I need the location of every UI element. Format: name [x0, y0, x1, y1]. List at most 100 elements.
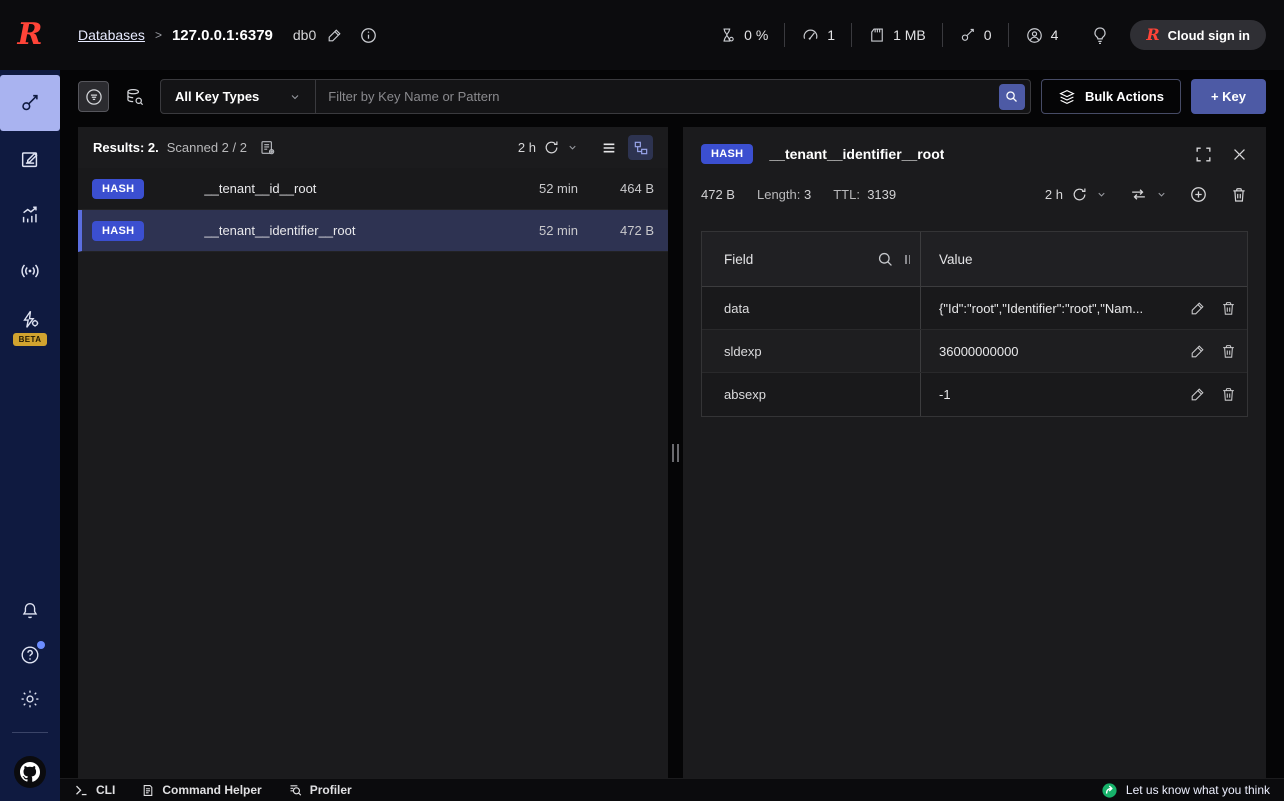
- triggers-functions-icon: [19, 309, 41, 331]
- key-detail-title-row: HASH __tenant__identifier__root: [701, 144, 1248, 164]
- format-options-chevron-icon[interactable]: [1156, 189, 1167, 200]
- key-row-selected[interactable]: HASH __tenant__identifier__root 52 min 4…: [78, 210, 668, 252]
- stat-cpu-value: 0 %: [744, 27, 768, 43]
- stat-commands-value: 1: [827, 27, 835, 43]
- cloud-sign-in-button[interactable]: R Cloud sign in: [1130, 20, 1266, 50]
- key-type-dropdown[interactable]: All Key Types: [161, 80, 316, 113]
- filter-bar: All Key Types Bulk Actions: [78, 79, 1266, 114]
- analytics-icon: [19, 204, 41, 226]
- workbench-icon: [19, 148, 41, 170]
- command-helper-label: Command Helper: [162, 783, 261, 797]
- add-field-icon[interactable]: [1189, 185, 1208, 204]
- browser-key-icon: [19, 92, 41, 114]
- close-icon[interactable]: [1231, 146, 1248, 163]
- tree-view-toggle[interactable]: [628, 135, 653, 160]
- db-stats: 0 % 1 1 MB 0: [703, 20, 1266, 50]
- breadcrumb: Databases > 127.0.0.1:6379 db0: [78, 26, 378, 45]
- length-label: Length:: [757, 187, 800, 202]
- delete-key-icon[interactable]: [1230, 186, 1248, 204]
- profiler-icon: [288, 783, 303, 798]
- column-resize-handle[interactable]: [905, 255, 910, 264]
- value-cell: 36000000000: [939, 344, 1181, 359]
- key-list-controls: 2 h: [518, 135, 653, 160]
- key-icon: [959, 26, 977, 44]
- sidebar-item-workbench[interactable]: [0, 131, 60, 187]
- stat-keys-value: 0: [984, 27, 992, 43]
- value-cell: -1: [939, 387, 1181, 402]
- list-view-toggle[interactable]: [596, 135, 621, 160]
- bulk-actions-label: Bulk Actions: [1085, 89, 1164, 104]
- help-icon[interactable]: [19, 644, 41, 666]
- table-row[interactable]: data {"Id":"root","Identifier":"root","N…: [702, 287, 1247, 330]
- sidebar-item-pubsub[interactable]: [0, 243, 60, 299]
- key-type-badge: HASH: [92, 221, 144, 241]
- table-header-row: Field Value: [702, 232, 1247, 287]
- refresh-icon[interactable]: [543, 139, 560, 156]
- delete-field-icon[interactable]: [1220, 343, 1237, 360]
- refresh-icon[interactable]: [1071, 186, 1088, 203]
- help-notification-dot: [37, 641, 45, 649]
- refresh-options-chevron-icon[interactable]: [567, 142, 578, 153]
- add-key-button[interactable]: + Key: [1191, 79, 1266, 114]
- sidebar-item-triggers-beta[interactable]: BETA: [0, 299, 60, 355]
- search-in-values-button[interactable]: [119, 81, 150, 112]
- panel-resize-handle[interactable]: [668, 127, 683, 778]
- fullscreen-icon[interactable]: [1194, 145, 1213, 164]
- bottom-toolbar: CLI Command Helper Profiler: [60, 778, 1284, 801]
- key-size-value: 472 B: [701, 187, 735, 202]
- key-row[interactable]: HASH __tenant__id__root 52 min 464 B: [78, 168, 668, 210]
- profiler-label: Profiler: [310, 783, 352, 797]
- columns-settings-icon[interactable]: [259, 139, 277, 157]
- apply-search-button[interactable]: [999, 84, 1025, 110]
- edit-field-icon[interactable]: [1189, 300, 1206, 317]
- key-ttl: TTL: 3139: [833, 187, 896, 202]
- cloud-sign-in-label: Cloud sign in: [1168, 28, 1250, 43]
- key-filter-input[interactable]: [316, 89, 999, 104]
- bulk-actions-button[interactable]: Bulk Actions: [1041, 79, 1181, 114]
- key-name: __tenant__identifier__root: [204, 223, 488, 238]
- sidebar-item-analytics[interactable]: [0, 187, 60, 243]
- table-row[interactable]: sldexp 36000000000: [702, 330, 1247, 373]
- feedback-icon: [1101, 782, 1118, 799]
- delete-field-icon[interactable]: [1220, 300, 1237, 317]
- hash-fields-table: Field Value data: [701, 231, 1248, 417]
- filter-toggle-button[interactable]: [78, 81, 109, 112]
- key-name: __tenant__id__root: [204, 181, 488, 196]
- github-icon[interactable]: [13, 755, 47, 789]
- info-icon[interactable]: [359, 26, 378, 45]
- value-cell: {"Id":"root","Identifier":"root","Nam...: [939, 301, 1181, 316]
- detail-key-name: __tenant__identifier__root: [769, 146, 944, 162]
- sidebar-item-browser[interactable]: [0, 75, 60, 131]
- key-length: Length: 3: [757, 187, 811, 202]
- profiler-button[interactable]: Profiler: [288, 783, 352, 798]
- edit-alias-icon[interactable]: [326, 27, 343, 44]
- redis-logo-glyph: R: [18, 20, 43, 50]
- key-filter-container: All Key Types: [160, 79, 1031, 114]
- layers-icon: [1058, 88, 1076, 106]
- table-row[interactable]: absexp -1: [702, 373, 1247, 416]
- edit-field-icon[interactable]: [1189, 386, 1206, 403]
- breadcrumb-databases-link[interactable]: Databases: [78, 27, 145, 43]
- key-ttl: 52 min: [488, 181, 578, 196]
- field-column-header: Field: [724, 252, 753, 267]
- chevron-down-icon: [289, 91, 301, 103]
- key-type-selected-label: All Key Types: [175, 89, 259, 104]
- delete-field-icon[interactable]: [1220, 386, 1237, 403]
- format-switch-icon[interactable]: [1129, 185, 1148, 204]
- field-search-icon[interactable]: [876, 250, 895, 269]
- content-area: Results: 2. Scanned 2 / 2 2 h: [78, 127, 1266, 778]
- notifications-bell-icon[interactable]: [19, 600, 41, 622]
- redis-logo[interactable]: R: [0, 20, 60, 50]
- settings-gear-icon[interactable]: [19, 688, 41, 710]
- cli-button[interactable]: CLI: [74, 783, 115, 798]
- field-cell: sldexp: [702, 330, 920, 372]
- feedback-link[interactable]: Let us know what you think: [1101, 782, 1270, 799]
- redis-logo-small: R: [1146, 27, 1159, 43]
- edit-field-icon[interactable]: [1189, 343, 1206, 360]
- feedback-label: Let us know what you think: [1126, 783, 1270, 797]
- refresh-options-chevron-icon[interactable]: [1096, 189, 1107, 200]
- insights-bulb-icon[interactable]: [1074, 25, 1130, 46]
- command-helper-button[interactable]: Command Helper: [141, 783, 261, 798]
- key-size: 472 B: [578, 223, 654, 238]
- terminal-icon: [74, 783, 89, 798]
